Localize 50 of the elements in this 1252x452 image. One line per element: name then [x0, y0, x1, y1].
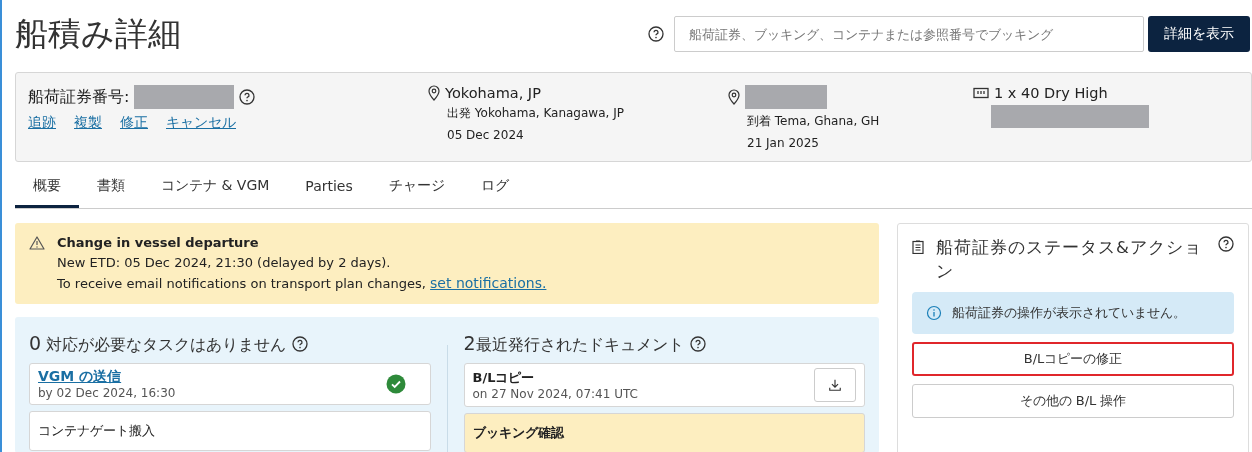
section-heading: 2最近発行されたドキュメント [463, 332, 684, 356]
info-icon [926, 305, 942, 321]
equipment-text: 1 x 40 Dry High [994, 85, 1108, 101]
document-title: B/Lコピー [472, 369, 536, 387]
bl-number-label: 船荷証券番号: [28, 86, 130, 108]
search-field[interactable]: 船荷証券、ブッキング、コンテナまたは参照番号でブッキング [674, 16, 1144, 52]
document-date: on 27 Nov 2024, 07:41 UTC [472, 387, 638, 401]
set-notifications-link[interactable]: set notifications. [430, 275, 547, 291]
action-button[interactable]: その他の B/L 操作 [912, 384, 1234, 418]
location-pin-icon [428, 85, 440, 101]
departure-date: 05 Dec 2024 [446, 127, 525, 144]
tab[interactable]: Parties [287, 166, 371, 208]
action-link[interactable]: 修正 [120, 114, 148, 132]
tab[interactable]: チャージ [370, 166, 463, 208]
task-link[interactable]: VGM の送信 [38, 368, 176, 386]
clipboard-icon [912, 240, 924, 254]
tab[interactable]: 概要 [15, 166, 79, 208]
action-link[interactable]: キャンセル [166, 114, 236, 132]
alert-title: Change in vessel departure [57, 234, 260, 252]
task-title: コンテナゲート搬入 [38, 422, 155, 440]
help-icon[interactable] [292, 336, 309, 352]
tab[interactable]: コンテナ & VGM [143, 166, 288, 208]
tab[interactable]: 書類 [79, 166, 143, 208]
help-icon[interactable] [239, 89, 256, 105]
task-due-date: by 02 Dec 2024, 16:30 [38, 386, 176, 400]
arrival-detail: 到着 Tema, Ghana, GH [746, 113, 881, 130]
alert-text: To receive email notifications on transport plan changes, [57, 276, 426, 291]
warning-icon [29, 236, 45, 250]
page-title: 船積み詳細 [15, 12, 181, 55]
info-text: 船荷証券の操作が表示されていません。 [952, 304, 1186, 322]
container-icon [973, 87, 989, 99]
document-title: ブッキング確認 [472, 424, 564, 442]
action-link[interactable]: 追跡 [28, 114, 56, 132]
action-button[interactable]: B/Lコピーの修正 [912, 342, 1234, 376]
download-icon [828, 378, 842, 392]
alert-text: New ETD: 05 Dec 2024, 21:30 (delayed by 2 days). [57, 254, 392, 272]
check-icon [385, 374, 406, 394]
show-details-button[interactable]: 詳細を表示 [1148, 16, 1250, 52]
panel-title: 船荷証券のステータス&アクション [936, 237, 1203, 283]
tab[interactable]: ログ [462, 166, 527, 208]
help-icon[interactable] [648, 26, 664, 42]
location-pin-icon [728, 89, 740, 105]
help-icon[interactable] [1218, 236, 1234, 252]
help-icon[interactable] [689, 336, 706, 352]
section-heading: 0 対応が必要なタスクはありません [29, 332, 287, 356]
departure-detail: 出発 Yokohama, Kanagawa, JP [446, 105, 625, 122]
arrival-date: 21 Jan 2025 [746, 135, 820, 152]
origin-place: Yokohama, JP [445, 85, 541, 101]
download-button[interactable] [814, 368, 856, 402]
action-link[interactable]: 複製 [74, 114, 102, 132]
